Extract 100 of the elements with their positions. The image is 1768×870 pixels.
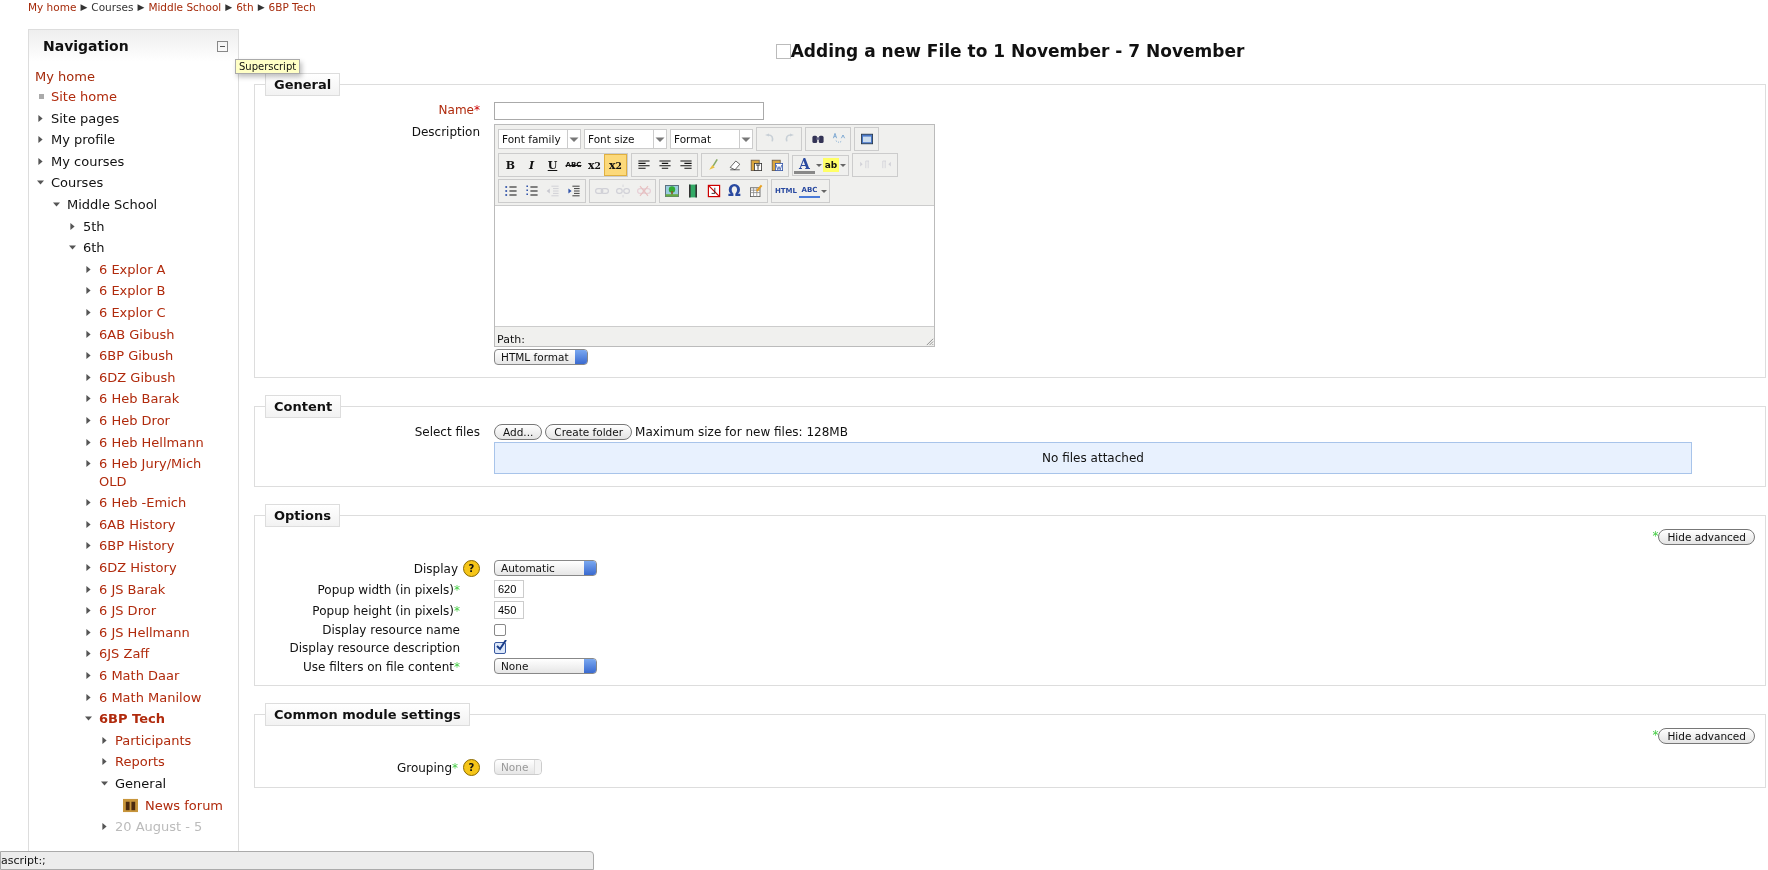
nav-item[interactable]: 6 Heb Hellmann bbox=[99, 433, 204, 452]
nav-item[interactable]: 6BP Gibush bbox=[99, 347, 174, 365]
expand-arrow-icon[interactable] bbox=[85, 692, 92, 702]
expand-arrow-icon[interactable] bbox=[85, 264, 92, 274]
expand-arrow-icon[interactable] bbox=[85, 519, 92, 529]
expand-arrow-icon[interactable] bbox=[85, 563, 92, 573]
nav-item[interactable]: 6 JS Hellmann bbox=[99, 623, 190, 642]
expand-arrow-icon[interactable] bbox=[85, 627, 92, 637]
nav-item[interactable]: 6 Explor C bbox=[99, 303, 166, 322]
bold-button[interactable]: B bbox=[500, 155, 521, 175]
expand-arrow-icon[interactable] bbox=[101, 822, 108, 832]
toolbar-dropdown[interactable]: Font family bbox=[498, 129, 581, 149]
caret-icon[interactable] bbox=[815, 161, 823, 169]
nav-item[interactable]: 6BP Tech bbox=[99, 710, 165, 728]
nav-item[interactable]: Site home bbox=[51, 88, 117, 106]
nav-item[interactable]: My profile bbox=[51, 131, 116, 149]
help-icon[interactable]: ? bbox=[463, 560, 480, 577]
nav-item[interactable]: 6 Heb -Emich bbox=[99, 494, 187, 512]
expand-arrow-icon[interactable] bbox=[85, 606, 92, 616]
breadcrumb-link[interactable]: 6BP Tech bbox=[268, 1, 316, 13]
nav-item[interactable]: 5th bbox=[83, 217, 105, 236]
nav-item[interactable]: 6DZ History bbox=[99, 559, 177, 577]
format-select[interactable]: HTML format bbox=[494, 349, 588, 365]
breadcrumb-link[interactable]: 6th bbox=[236, 1, 254, 13]
expand-arrow-icon[interactable] bbox=[85, 329, 92, 339]
nav-item[interactable]: 6AB History bbox=[99, 515, 176, 534]
hide-advanced-button[interactable]: Hide advanced bbox=[1658, 728, 1755, 744]
nav-item[interactable]: General bbox=[115, 775, 167, 793]
underline-button[interactable]: U bbox=[542, 155, 563, 175]
expand-arrow-icon[interactable] bbox=[85, 394, 92, 404]
expand-arrow-icon[interactable] bbox=[85, 415, 92, 425]
number-input[interactable]: 620 bbox=[494, 580, 524, 598]
expand-arrow-icon[interactable] bbox=[85, 498, 92, 508]
nav-item[interactable]: 6JS Zaff bbox=[99, 645, 150, 664]
expand-arrow-icon[interactable] bbox=[85, 584, 92, 594]
nav-item[interactable]: 6 Heb Barak bbox=[99, 390, 180, 408]
nav-item[interactable]: 6 Explor A bbox=[99, 260, 166, 279]
breadcrumb-link[interactable]: My home bbox=[28, 1, 77, 13]
expand-arrow-icon[interactable] bbox=[101, 757, 108, 767]
nav-item[interactable]: Reports bbox=[115, 753, 165, 771]
nav-item[interactable]: Site pages bbox=[51, 109, 120, 128]
expand-arrow-icon[interactable] bbox=[101, 735, 108, 745]
section-legend[interactable]: Options bbox=[265, 504, 340, 527]
expand-arrow-icon[interactable] bbox=[85, 286, 92, 296]
hide-advanced-button[interactable]: Hide advanced bbox=[1658, 529, 1755, 545]
collapse-arrow-icon[interactable] bbox=[53, 199, 60, 209]
nav-item[interactable]: 6BP History bbox=[99, 537, 175, 556]
caret-icon[interactable] bbox=[820, 187, 828, 195]
nav-item[interactable]: Middle School bbox=[67, 195, 158, 214]
nav-item[interactable]: My courses bbox=[51, 152, 125, 171]
breadcrumb-link[interactable]: Courses bbox=[91, 1, 134, 13]
expand-arrow-icon[interactable] bbox=[85, 372, 92, 382]
collapse-block-icon[interactable] bbox=[217, 40, 228, 52]
special-character-button[interactable]: Ω bbox=[724, 181, 745, 201]
nav-item[interactable]: 6 Explor B bbox=[99, 282, 166, 300]
collapse-arrow-icon[interactable] bbox=[37, 178, 44, 188]
expand-arrow-icon[interactable] bbox=[37, 113, 44, 123]
collapse-arrow-icon[interactable] bbox=[101, 779, 108, 788]
nav-item[interactable]: 6DZ Gibush bbox=[99, 368, 176, 387]
expand-arrow-icon[interactable] bbox=[37, 156, 44, 166]
collapse-arrow-icon[interactable] bbox=[85, 714, 92, 724]
number-input[interactable]: 450 bbox=[494, 601, 524, 619]
nav-item[interactable]: 6 Math Manilow bbox=[99, 688, 202, 707]
file-button[interactable]: Create folder bbox=[545, 424, 633, 440]
caret-icon[interactable] bbox=[839, 161, 847, 169]
checkbox[interactable] bbox=[494, 623, 506, 636]
select-field[interactable]: None bbox=[494, 658, 597, 674]
toolbar-dropdown[interactable]: Format bbox=[670, 129, 753, 149]
nav-item[interactable]: 6 Heb Dror bbox=[99, 411, 170, 430]
expand-arrow-icon[interactable] bbox=[85, 459, 92, 469]
nav-item[interactable]: Courses bbox=[51, 174, 104, 192]
file-button[interactable]: Add... bbox=[494, 424, 543, 440]
expand-arrow-icon[interactable] bbox=[85, 649, 92, 659]
expand-arrow-icon[interactable] bbox=[85, 351, 92, 361]
section-legend[interactable]: Common module settings bbox=[265, 703, 470, 726]
file-list-area[interactable]: No files attached bbox=[494, 442, 1692, 474]
nav-item[interactable]: 6 JS Dror bbox=[99, 602, 156, 620]
section-legend[interactable]: General bbox=[265, 73, 341, 96]
expand-arrow-icon[interactable] bbox=[85, 437, 92, 447]
checkbox[interactable] bbox=[494, 641, 506, 654]
nav-item[interactable]: 6th bbox=[83, 239, 105, 257]
resize-grip-icon[interactable] bbox=[925, 337, 934, 346]
expand-arrow-icon[interactable] bbox=[85, 307, 92, 317]
nav-link[interactable]: My home bbox=[35, 69, 95, 84]
nav-item[interactable]: Participants bbox=[115, 731, 192, 750]
expand-arrow-icon[interactable] bbox=[37, 135, 44, 145]
text-color-button[interactable]: A bbox=[794, 156, 815, 174]
highlight-button[interactable]: ab bbox=[823, 158, 839, 172]
collapse-arrow-icon[interactable] bbox=[69, 243, 76, 253]
expand-arrow-icon[interactable] bbox=[85, 671, 92, 681]
breadcrumb-link[interactable]: Middle School bbox=[148, 1, 222, 13]
name-input[interactable] bbox=[494, 102, 764, 120]
nav-item[interactable]: 6 Math Daar bbox=[99, 667, 180, 685]
expand-arrow-icon[interactable] bbox=[69, 221, 76, 231]
italic-button[interactable]: I bbox=[521, 155, 542, 175]
expand-arrow-icon[interactable] bbox=[85, 541, 92, 551]
nav-item[interactable]: News forum bbox=[145, 796, 224, 815]
nav-item[interactable]: 6AB Gibush bbox=[99, 325, 175, 344]
select-field[interactable]: Automatic bbox=[494, 560, 597, 576]
nav-item[interactable]: 6 JS Barak bbox=[99, 580, 166, 599]
